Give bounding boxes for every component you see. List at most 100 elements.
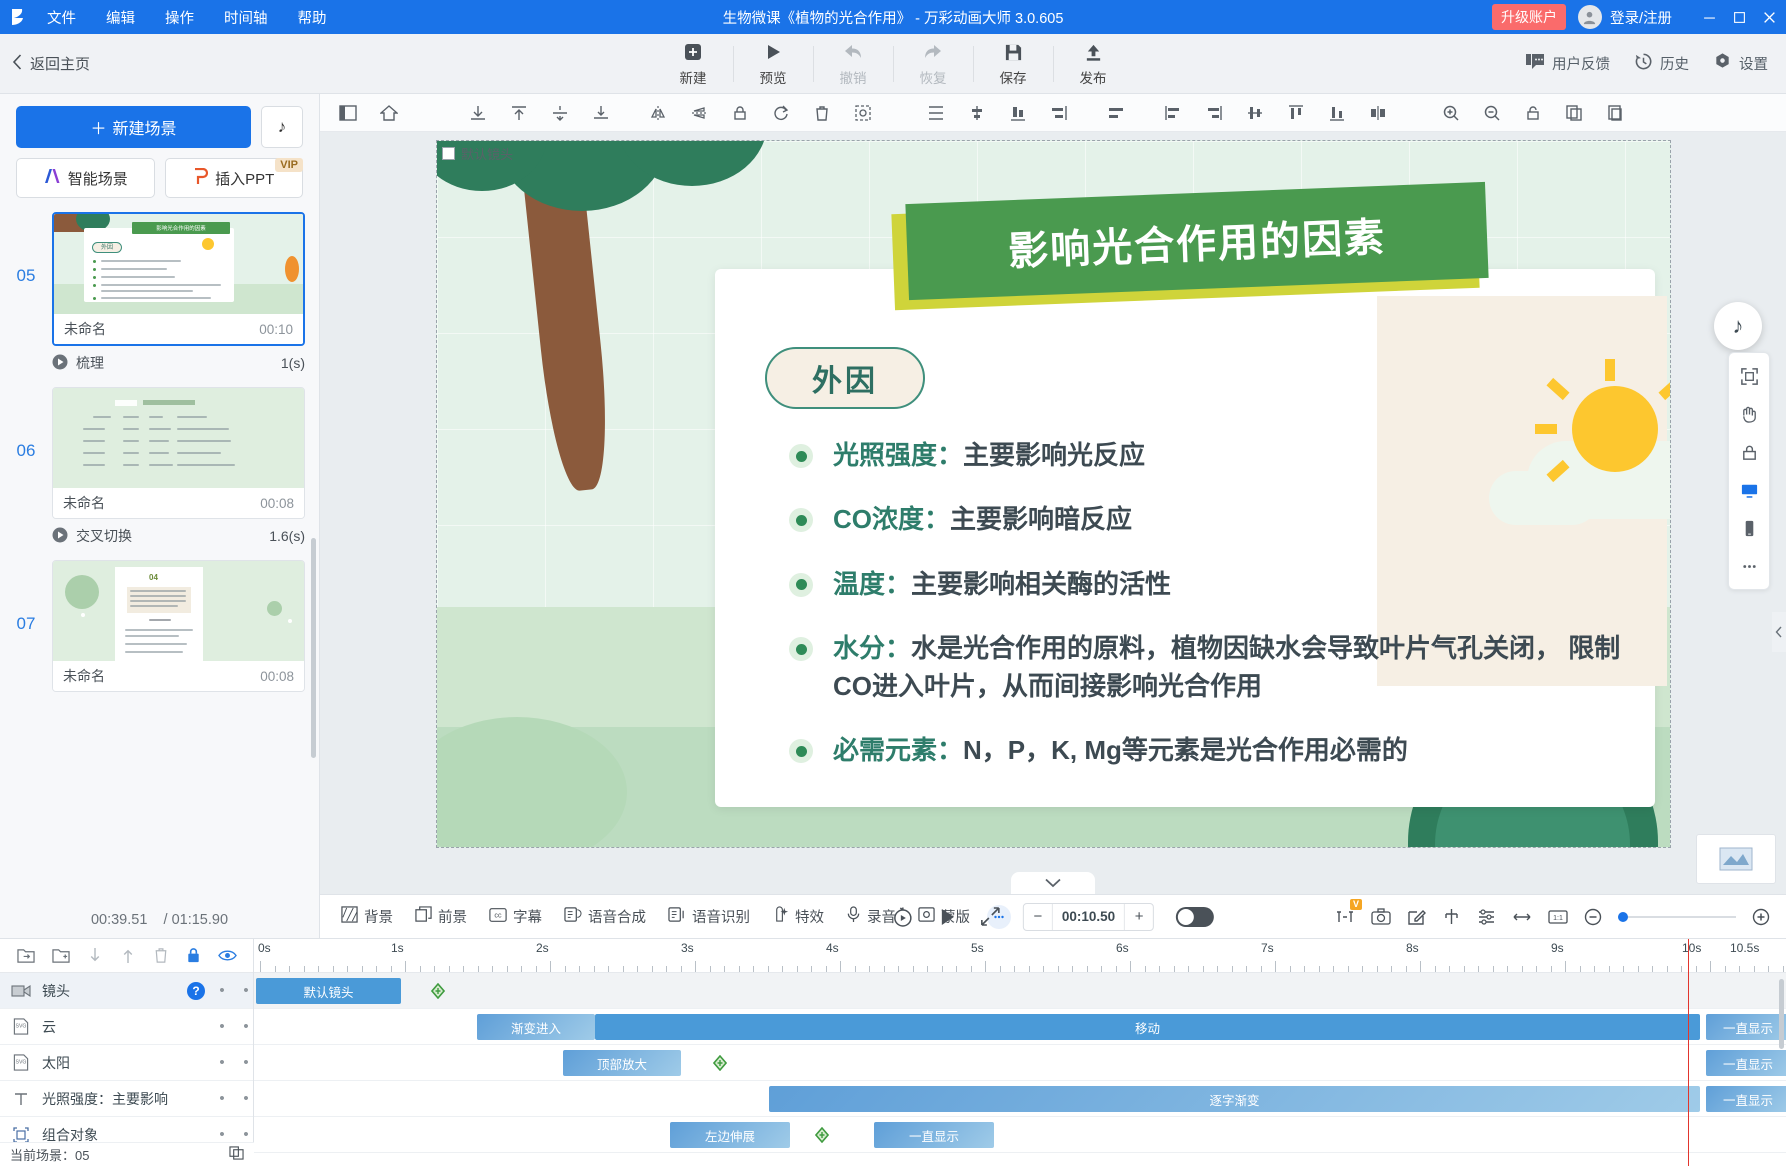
scene-item[interactable]: 06 未命名 00:08 xyxy=(0,387,319,519)
close-button[interactable] xyxy=(1754,0,1784,34)
track-header-cloud[interactable]: SVG 云 • • xyxy=(0,1009,253,1045)
scene-card[interactable]: 04 未命名 00:08 xyxy=(52,560,305,692)
settings-button[interactable]: 设置 xyxy=(1713,52,1768,75)
align-left-icon[interactable] xyxy=(916,98,955,128)
back-to-home-button[interactable]: 返回主页 xyxy=(0,53,90,74)
track-lock-toggle[interactable]: • xyxy=(215,1054,229,1071)
track-header-camera[interactable]: 镜头 ? • • xyxy=(0,973,253,1009)
keyframe-marker[interactable] xyxy=(430,982,446,1000)
bullet-item[interactable]: 水分：水是光合作用的原料，植物因缺水会导致叶片气孔关闭， 限制CO进入叶片，从而… xyxy=(789,630,1649,705)
loop-toggle[interactable] xyxy=(1176,906,1215,927)
keyframe-marker[interactable] xyxy=(712,1054,728,1072)
track-row-cloud[interactable]: 渐变进入 移动 一直显示 xyxy=(254,1009,1786,1045)
menu-item-timeline[interactable]: 时间轴 xyxy=(211,3,281,32)
edit-square-icon[interactable] xyxy=(1407,908,1426,926)
distribute-right-icon[interactable] xyxy=(1194,98,1233,128)
timeline-clip[interactable]: 移动 xyxy=(595,1014,1700,1040)
menu-item-help[interactable]: 帮助 xyxy=(285,3,340,32)
maximize-button[interactable] xyxy=(1724,0,1754,34)
zoom-slider[interactable] xyxy=(1618,911,1736,922)
timeline-clip[interactable]: 一直显示 xyxy=(1706,1014,1786,1040)
mobile-icon[interactable] xyxy=(1732,511,1766,545)
timeline-playhead[interactable] xyxy=(1688,939,1689,1166)
menu-item-edit[interactable]: 编辑 xyxy=(93,3,148,32)
align-center-h-icon[interactable] xyxy=(957,98,996,128)
insert-ppt-button[interactable]: 插入PPT VIP xyxy=(164,158,303,198)
copy-icon[interactable] xyxy=(1554,98,1593,128)
save-button[interactable]: 保存 xyxy=(973,34,1053,94)
publish-button[interactable]: 发布 xyxy=(1053,34,1133,94)
desktop-icon[interactable] xyxy=(1732,473,1766,507)
menu-item-file[interactable]: 文件 xyxy=(34,3,89,32)
tts-button[interactable]: 语音合成 xyxy=(553,901,657,933)
track-header-sun[interactable]: SVG 太阳 • • xyxy=(0,1045,253,1081)
fit-width-icon[interactable]: V xyxy=(1335,898,1362,925)
lock-icon[interactable] xyxy=(1732,435,1766,469)
align-top-icon[interactable] xyxy=(499,98,538,128)
timeline-clip[interactable]: 默认镜头 xyxy=(256,978,401,1004)
flip-horizontal-icon[interactable] xyxy=(638,98,677,128)
select-all-icon[interactable] xyxy=(843,98,882,128)
keyframe-marker[interactable] xyxy=(814,1126,830,1144)
bullet-item[interactable]: 必需元素：N，P，K, Mg等元素是光合作用必需的 xyxy=(789,732,1649,769)
move-up-icon[interactable] xyxy=(120,947,136,964)
effects-button[interactable]: 特效 xyxy=(761,901,835,933)
align-v-bottom-icon[interactable] xyxy=(1317,98,1356,128)
scene-item[interactable]: 07 04 未命名 00:08 xyxy=(0,560,319,692)
distribute-left-icon[interactable] xyxy=(1153,98,1192,128)
camera-icon[interactable] xyxy=(1371,908,1391,925)
track-lock-toggle[interactable]: • xyxy=(215,1018,229,1035)
paste-icon[interactable] xyxy=(1595,98,1634,128)
avatar[interactable] xyxy=(1577,5,1602,29)
lock-icon[interactable] xyxy=(186,947,201,964)
history-button[interactable]: 历史 xyxy=(1634,52,1689,75)
camera-frame-label[interactable]: 默认镜头 xyxy=(436,140,1671,166)
timeline-vertical-scrollbar[interactable] xyxy=(1779,979,1784,1049)
align-right-icon[interactable] xyxy=(998,98,1037,128)
zoom-out-icon[interactable] xyxy=(1472,98,1511,128)
timeline-ruler[interactable]: 0s 1s 2s 3s 4s 5s 6s 7s 8s 9s 10s 10.5s xyxy=(254,939,1786,973)
flip-vertical-icon[interactable] xyxy=(679,98,718,128)
user-feedback-button[interactable]: 用户反馈 xyxy=(1525,53,1610,74)
duration-stepper[interactable]: − 00:10.50 + xyxy=(1022,902,1155,931)
redo-button[interactable]: 恢复 xyxy=(893,34,973,94)
track-row-camera[interactable]: 默认镜头 xyxy=(254,973,1786,1009)
track-lock-toggle[interactable]: • xyxy=(215,982,229,999)
align-v-center-icon[interactable] xyxy=(1235,98,1274,128)
timeline-clip[interactable]: 一直显示 xyxy=(874,1122,994,1148)
track-header-text[interactable]: 光照强度：主要影响 • • xyxy=(0,1081,253,1117)
stage-mini-preview[interactable] xyxy=(1696,834,1776,884)
align-justify-icon[interactable] xyxy=(1039,98,1078,128)
timeline-clip[interactable]: 顶部放大 xyxy=(563,1050,681,1076)
undo-button[interactable]: 撤销 xyxy=(813,34,893,94)
help-icon[interactable]: ? xyxy=(187,981,205,1000)
timeline-clip[interactable]: 一直显示 xyxy=(1706,1050,1786,1076)
bullet-item[interactable]: 温度：主要影响相关酶的活性 xyxy=(789,566,1649,603)
timeline-clip[interactable]: 左边伸展 xyxy=(670,1122,790,1148)
play-icon[interactable] xyxy=(936,906,958,928)
preview-button[interactable]: 预览 xyxy=(733,34,813,94)
delete-icon[interactable] xyxy=(802,98,841,128)
replay-icon[interactable] xyxy=(892,906,914,928)
foreground-button[interactable]: 前景 xyxy=(404,901,478,933)
settings-sliders-icon[interactable] xyxy=(1477,908,1496,926)
menu-item-operate[interactable]: 操作 xyxy=(152,3,207,32)
import-icon[interactable] xyxy=(16,947,35,964)
bullet-item[interactable]: CO浓度：主要影响暗反应 xyxy=(789,501,1649,538)
editor-stage[interactable]: 影响光合作用的因素 外因 光照强度：主要影响光反应 CO浓度：主要影响暗反应 温… xyxy=(320,132,1786,894)
subtitle-button[interactable]: cc 字幕 xyxy=(478,901,553,933)
zoom-in-circle-icon[interactable] xyxy=(1752,908,1770,926)
duration-value[interactable]: 00:10.50 xyxy=(1051,903,1126,930)
layout-frame-icon[interactable] xyxy=(328,98,367,128)
ratio-icon[interactable]: 1:1 xyxy=(1548,909,1568,925)
align-bottom-icon[interactable] xyxy=(540,98,579,128)
duplicate-icon[interactable] xyxy=(229,1146,244,1163)
lock-ratio-icon[interactable] xyxy=(1513,98,1552,128)
track-lock-toggle[interactable]: • xyxy=(215,1090,229,1107)
fit-screen-icon[interactable] xyxy=(1732,359,1766,393)
align-download-icon[interactable] xyxy=(458,98,497,128)
timeline-clip[interactable]: 逐字渐变 xyxy=(769,1086,1700,1112)
zoom-out-circle-icon[interactable] xyxy=(1584,908,1602,926)
track-visibility-toggle[interactable]: • xyxy=(239,1018,253,1035)
camera-checkbox[interactable] xyxy=(442,146,455,160)
